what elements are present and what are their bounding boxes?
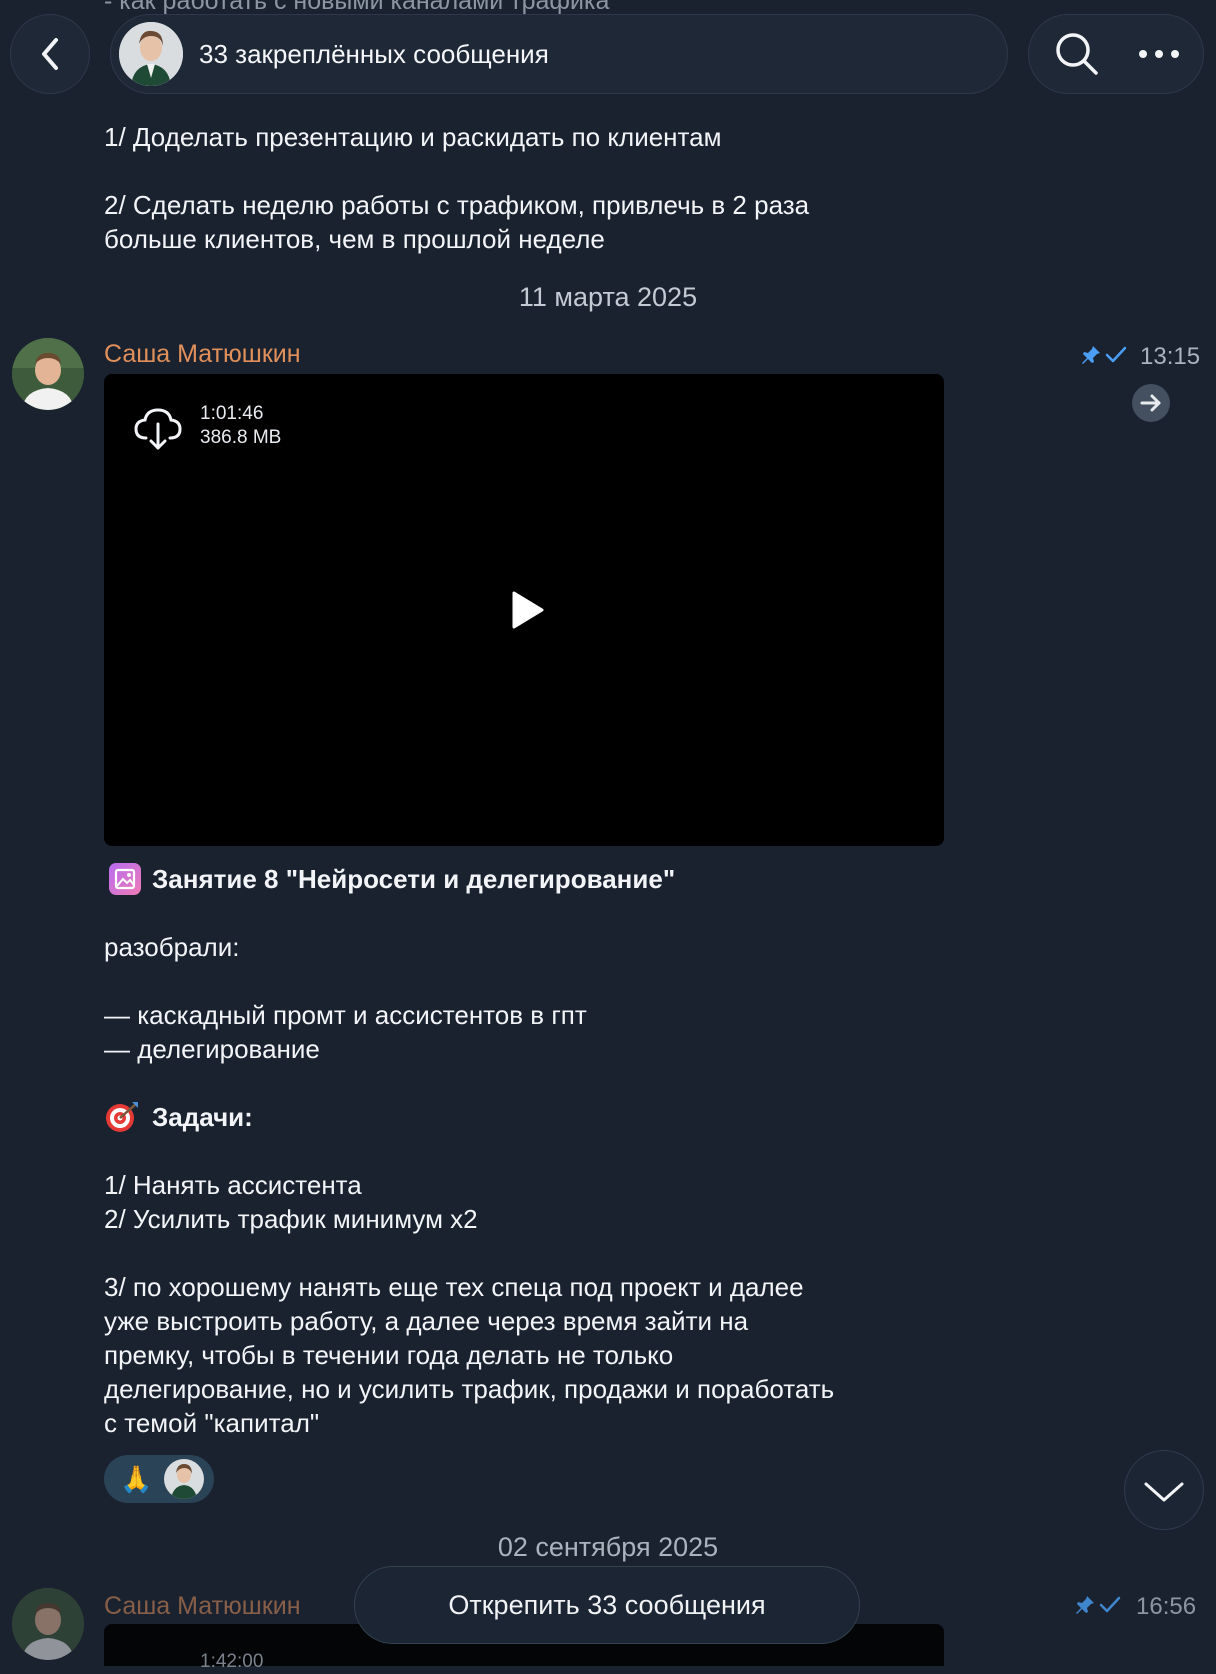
- task-item: уже выстроить работу, а далее через врем…: [104, 1306, 749, 1336]
- prev-message-line: больше клиентов, чем в прошлой неделе: [104, 224, 605, 254]
- forward-arrow-icon: [1140, 394, 1161, 412]
- list-item: — делегирование: [104, 1034, 320, 1064]
- page-title: 33 закреплённых сообщения: [199, 39, 549, 69]
- scroll-down-button[interactable]: [1124, 1450, 1204, 1530]
- cloud-download-icon[interactable]: [132, 404, 184, 454]
- reaction-chip[interactable]: 🙏: [104, 1455, 214, 1503]
- video-duration: 1:42:00: [200, 1651, 264, 1672]
- pinned-messages-header[interactable]: 33 закреплённых сообщения: [110, 14, 1008, 94]
- pin-icon: [1076, 1596, 1094, 1614]
- more-icon[interactable]: [1137, 44, 1181, 64]
- task-item: делегирование, но и усилить трафик, прод…: [104, 1374, 835, 1404]
- search-icon[interactable]: [1053, 30, 1101, 78]
- task-item: с темой "капитал": [104, 1408, 320, 1438]
- image-emoji-icon: [109, 863, 141, 895]
- avatar: [119, 22, 183, 86]
- message-time: 16:56: [1136, 1593, 1197, 1620]
- share-button[interactable]: [1132, 384, 1170, 422]
- list-item: — каскадный промт и ассистентов в гпт: [104, 1000, 587, 1030]
- task-item: премку, чтобы в течении года делать не т…: [104, 1340, 674, 1370]
- unpin-all-button[interactable]: Открепить 33 сообщения: [354, 1566, 860, 1644]
- prev-message-line: 2/ Сделать неделю работы с трафиком, при…: [104, 190, 810, 220]
- chevron-left-icon: [42, 38, 58, 70]
- pin-icon: [1082, 346, 1100, 364]
- tasks-heading: Задачи:: [152, 1102, 253, 1132]
- avatar: [164, 1459, 204, 1499]
- avatar[interactable]: [12, 338, 84, 410]
- back-button[interactable]: [10, 14, 90, 94]
- message-time: 13:15: [1140, 343, 1201, 370]
- date-separator: 02 сентября 2025: [497, 1532, 719, 1562]
- lesson-heading: Занятие 8 "Нейросети и делегирование": [152, 864, 676, 894]
- play-icon[interactable]: [510, 590, 546, 630]
- discussed-label: разобрали:: [104, 932, 240, 962]
- sender-name[interactable]: Саша Матюшкин: [104, 1592, 301, 1621]
- task-item: 3/ по хорошему нанять еще тех спеца под …: [104, 1272, 804, 1302]
- avatar[interactable]: [12, 1588, 84, 1660]
- reaction-emoji: 🙏: [120, 1464, 153, 1494]
- sender-name[interactable]: Саша Матюшкин: [104, 340, 301, 369]
- target-emoji-icon: [106, 1102, 138, 1132]
- task-item: 1/ Нанять ассистента: [104, 1170, 362, 1200]
- read-check-icon: [1099, 1596, 1121, 1613]
- date-separator: 11 марта 2025: [518, 282, 698, 312]
- video-size: 386.8 MB: [200, 427, 282, 448]
- read-check-icon: [1105, 346, 1127, 363]
- video-duration: 1:01:46: [200, 403, 264, 424]
- prev-message-line: 1/ Доделать презентацию и раскидать по к…: [104, 122, 722, 152]
- task-item: 2/ Усилить трафик минимум x2: [104, 1204, 478, 1234]
- header-actions: [1028, 14, 1204, 94]
- chevron-down-icon: [1144, 1482, 1184, 1502]
- video-player[interactable]: 1:01:46 386.8 MB: [104, 374, 944, 846]
